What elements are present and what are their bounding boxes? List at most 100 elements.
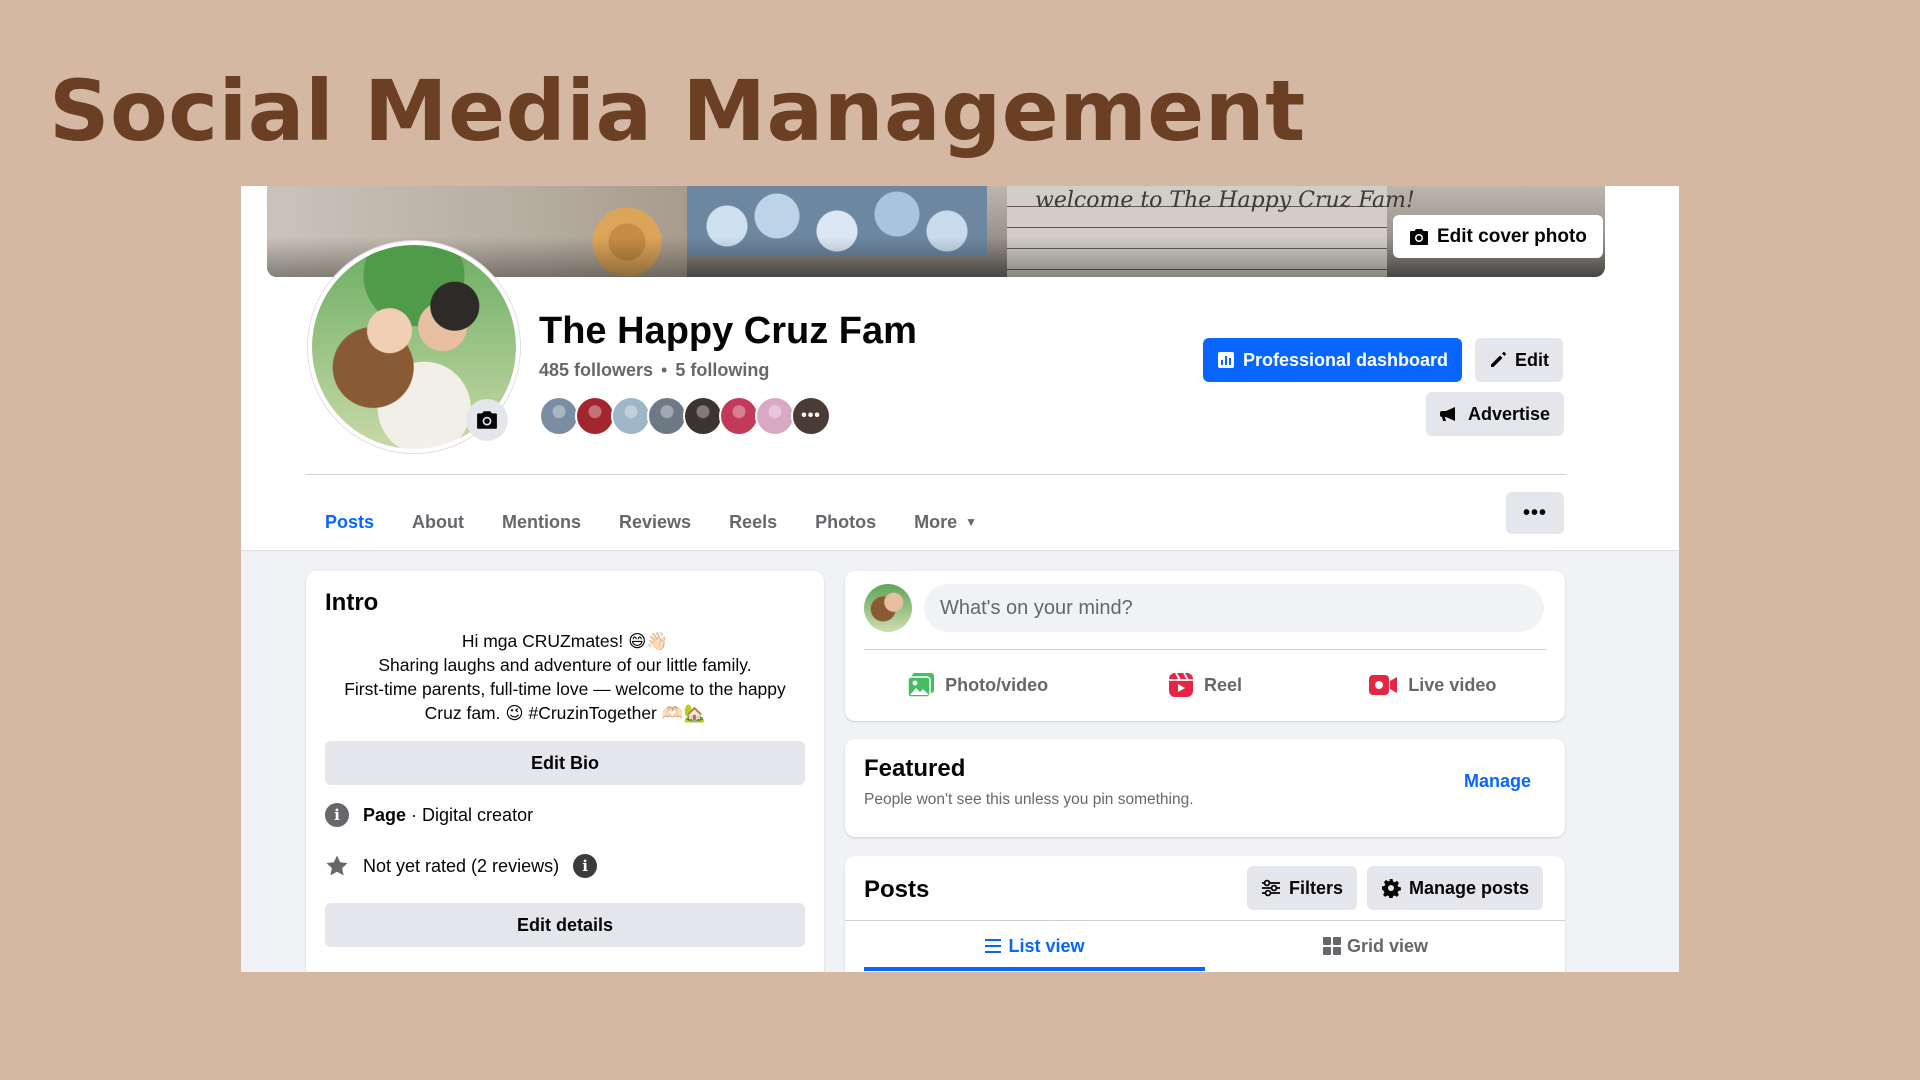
bio-line: Cruz fam. 😉 #CruzinTogether 🫶🏻🏡 bbox=[424, 703, 706, 723]
tab-more-label: More bbox=[914, 511, 958, 532]
follower-avatars: ••• bbox=[539, 396, 831, 436]
more-followers-avatar[interactable]: ••• bbox=[791, 396, 831, 436]
composer-divider bbox=[864, 649, 1546, 650]
more-options-button[interactable]: ••• bbox=[1506, 492, 1564, 534]
manage-featured-link[interactable]: Manage bbox=[1464, 771, 1531, 792]
featured-card: Featured People won't see this unless yo… bbox=[845, 739, 1565, 837]
live-video-label: Live video bbox=[1408, 674, 1497, 695]
tab-reels[interactable]: Reels bbox=[710, 486, 796, 558]
grid-view-label: Grid view bbox=[1346, 935, 1429, 956]
follower-avatar[interactable] bbox=[683, 396, 723, 436]
filters-icon bbox=[1261, 879, 1281, 897]
posts-view-tabs: List view Grid view bbox=[864, 921, 1546, 971]
camera-icon bbox=[1409, 228, 1429, 246]
edit-details-button[interactable]: Edit details bbox=[325, 903, 805, 947]
info-icon[interactable]: i bbox=[573, 854, 598, 878]
list-view-label: List view bbox=[1008, 935, 1085, 956]
professional-dashboard-label: Professional dashboard bbox=[1243, 349, 1449, 370]
page-category: · Digital creator bbox=[406, 804, 534, 825]
camera-icon bbox=[476, 410, 498, 430]
list-icon bbox=[984, 938, 1002, 954]
pencil-icon bbox=[1489, 351, 1507, 369]
list-view-tab[interactable]: List view bbox=[864, 921, 1205, 971]
tab-about[interactable]: About bbox=[393, 486, 483, 558]
gear-icon bbox=[1381, 878, 1401, 898]
edit-bio-button[interactable]: Edit Bio bbox=[325, 741, 805, 785]
update-profile-picture-button[interactable] bbox=[466, 399, 508, 441]
page-label: Page bbox=[363, 804, 407, 825]
bio-line: Sharing laughs and adventure of our litt… bbox=[378, 655, 752, 675]
live-video-button[interactable]: Live video bbox=[1319, 657, 1546, 713]
reel-button[interactable]: Reel bbox=[1091, 657, 1318, 713]
bio-line: First-time parents, full-time love — wel… bbox=[344, 679, 786, 699]
featured-title: Featured bbox=[864, 755, 966, 782]
avatar[interactable] bbox=[864, 584, 912, 632]
follower-avatar[interactable] bbox=[611, 396, 651, 436]
whats-on-your-mind-input[interactable] bbox=[924, 584, 1544, 632]
reel-icon bbox=[1168, 672, 1194, 698]
info-icon: i bbox=[325, 803, 349, 827]
caret-down-icon: ▼ bbox=[965, 515, 978, 529]
featured-subtitle: People won't see this unless you pin som… bbox=[864, 791, 1194, 808]
edit-cover-photo-label: Edit cover photo bbox=[1437, 225, 1587, 247]
edit-page-button[interactable]: Edit bbox=[1475, 338, 1563, 382]
tab-mentions[interactable]: Mentions bbox=[483, 486, 600, 558]
advertise-button[interactable]: Advertise bbox=[1426, 392, 1565, 436]
intro-bio: Hi mga CRUZmates! 😄👋🏻 Sharing laughs and… bbox=[316, 629, 814, 725]
manage-posts-button[interactable]: Manage posts bbox=[1367, 866, 1544, 910]
intro-card: Intro Hi mga CRUZmates! 😄👋🏻 Sharing laug… bbox=[306, 571, 824, 972]
photo-video-label: Photo/video bbox=[945, 674, 1049, 695]
tab-photos-label: Photos bbox=[815, 511, 877, 532]
follower-avatar[interactable] bbox=[719, 396, 759, 436]
photo-icon bbox=[907, 672, 935, 698]
reel-label: Reel bbox=[1203, 674, 1242, 695]
follower-avatar[interactable] bbox=[647, 396, 687, 436]
filters-button[interactable]: Filters bbox=[1247, 866, 1358, 910]
grid-icon bbox=[1322, 937, 1341, 955]
tab-mentions-label: Mentions bbox=[502, 511, 582, 532]
facebook-page-screenshot: welcome to The Happy Cruz Fam! Edit cove… bbox=[241, 186, 1679, 972]
dashboard-icon bbox=[1217, 351, 1235, 369]
filters-label: Filters bbox=[1289, 877, 1344, 898]
follow-separator: • bbox=[661, 360, 668, 380]
tab-about-label: About bbox=[412, 511, 465, 532]
rating-row: Not yet rated (2 reviews) i bbox=[325, 854, 598, 878]
star-icon bbox=[325, 854, 349, 878]
following-count[interactable]: 5 following bbox=[675, 360, 769, 381]
page-content: Intro Hi mga CRUZmates! 😄👋🏻 Sharing laug… bbox=[241, 550, 1679, 972]
intro-title: Intro bbox=[325, 589, 379, 616]
tab-more[interactable]: More ▼ bbox=[895, 486, 996, 558]
follower-avatar[interactable] bbox=[539, 396, 579, 436]
tab-photos[interactable]: Photos bbox=[796, 486, 895, 558]
tab-reviews[interactable]: Reviews bbox=[600, 486, 710, 558]
follower-avatar[interactable] bbox=[755, 396, 795, 436]
live-video-icon bbox=[1368, 674, 1398, 696]
tab-posts[interactable]: Posts bbox=[306, 486, 394, 559]
cover-note-text: welcome to The Happy Cruz Fam! bbox=[1035, 188, 1415, 213]
posts-card: Posts Filters Manage posts List view Gri… bbox=[845, 856, 1565, 972]
edit-cover-photo-button[interactable]: Edit cover photo bbox=[1393, 215, 1603, 258]
megaphone-icon bbox=[1440, 405, 1460, 423]
follow-stats: 485 followers • 5 following bbox=[539, 360, 769, 381]
tab-reviews-label: Reviews bbox=[619, 511, 692, 532]
composer-actions: Photo/video Reel Live video bbox=[864, 657, 1546, 713]
follower-avatar[interactable] bbox=[575, 396, 615, 436]
posts-title: Posts bbox=[864, 876, 930, 903]
manage-posts-label: Manage posts bbox=[1409, 877, 1530, 898]
professional-dashboard-button[interactable]: Professional dashboard bbox=[1203, 338, 1463, 382]
header-divider bbox=[306, 474, 1566, 475]
post-composer: Photo/video Reel Live video bbox=[845, 571, 1565, 721]
bio-line: Hi mga CRUZmates! 😄👋🏻 bbox=[461, 631, 669, 651]
edit-label: Edit bbox=[1515, 349, 1549, 370]
page-category-text: Page · Digital creator bbox=[363, 805, 533, 826]
page-name: The Happy Cruz Fam bbox=[539, 310, 917, 352]
page-category-row: i Page · Digital creator bbox=[325, 803, 533, 827]
rating-text: Not yet rated (2 reviews) bbox=[363, 855, 560, 876]
followers-count[interactable]: 485 followers bbox=[539, 360, 653, 381]
tab-posts-label: Posts bbox=[325, 511, 375, 532]
grid-view-tab[interactable]: Grid view bbox=[1205, 921, 1546, 971]
page-tabs: Posts About Mentions Reviews Reels Photo… bbox=[306, 486, 996, 559]
photo-video-button[interactable]: Photo/video bbox=[864, 657, 1091, 713]
slide-title: Social Media Management bbox=[49, 62, 1306, 160]
tab-reels-label: Reels bbox=[729, 511, 778, 532]
